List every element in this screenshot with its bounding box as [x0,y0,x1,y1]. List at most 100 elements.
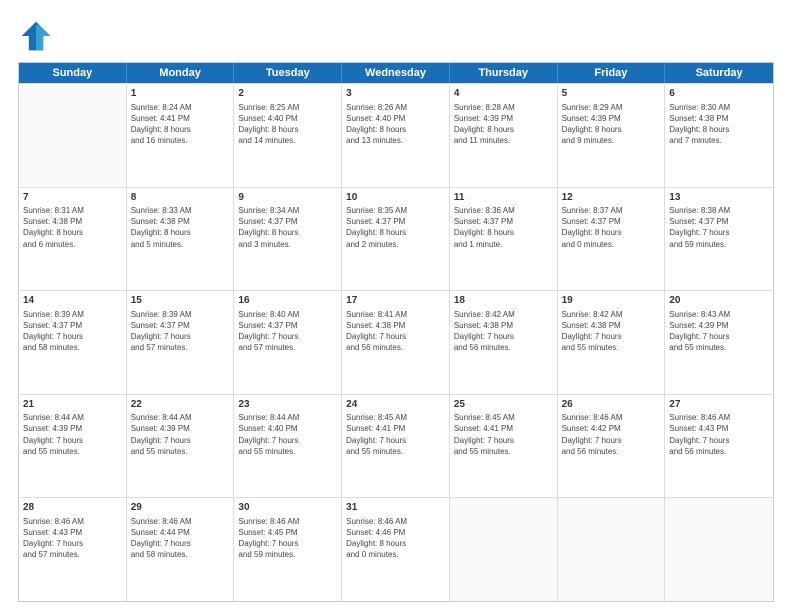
day-number: 12 [562,191,661,205]
day-info: Sunrise: 8:33 AM Sunset: 4:38 PM Dayligh… [131,205,230,250]
day-number: 1 [131,87,230,101]
day-number: 8 [131,191,230,205]
calendar-cell: 14Sunrise: 8:39 AM Sunset: 4:37 PM Dayli… [19,291,127,394]
calendar-body: 1Sunrise: 8:24 AM Sunset: 4:41 PM Daylig… [19,83,773,601]
day-info: Sunrise: 8:42 AM Sunset: 4:38 PM Dayligh… [562,309,661,354]
day-info: Sunrise: 8:44 AM Sunset: 4:39 PM Dayligh… [131,412,230,457]
day-number: 24 [346,398,445,412]
calendar-cell [19,84,127,187]
day-number: 3 [346,87,445,101]
weekday-header: Saturday [665,63,773,83]
logo [18,18,60,54]
calendar-cell: 6Sunrise: 8:30 AM Sunset: 4:38 PM Daylig… [665,84,773,187]
day-number: 18 [454,294,553,308]
day-number: 5 [562,87,661,101]
day-info: Sunrise: 8:39 AM Sunset: 4:37 PM Dayligh… [131,309,230,354]
calendar-cell: 11Sunrise: 8:36 AM Sunset: 4:37 PM Dayli… [450,188,558,291]
calendar-cell: 25Sunrise: 8:45 AM Sunset: 4:41 PM Dayli… [450,395,558,498]
day-info: Sunrise: 8:45 AM Sunset: 4:41 PM Dayligh… [346,412,445,457]
logo-icon [18,18,54,54]
calendar-cell: 19Sunrise: 8:42 AM Sunset: 4:38 PM Dayli… [558,291,666,394]
day-info: Sunrise: 8:44 AM Sunset: 4:39 PM Dayligh… [23,412,122,457]
calendar-cell: 30Sunrise: 8:46 AM Sunset: 4:45 PM Dayli… [234,498,342,601]
day-info: Sunrise: 8:28 AM Sunset: 4:39 PM Dayligh… [454,102,553,147]
calendar: SundayMondayTuesdayWednesdayThursdayFrid… [18,62,774,602]
day-info: Sunrise: 8:30 AM Sunset: 4:38 PM Dayligh… [669,102,769,147]
calendar-cell: 5Sunrise: 8:29 AM Sunset: 4:39 PM Daylig… [558,84,666,187]
day-info: Sunrise: 8:46 AM Sunset: 4:42 PM Dayligh… [562,412,661,457]
day-number: 23 [238,398,337,412]
calendar-cell: 15Sunrise: 8:39 AM Sunset: 4:37 PM Dayli… [127,291,235,394]
calendar-cell: 21Sunrise: 8:44 AM Sunset: 4:39 PM Dayli… [19,395,127,498]
calendar-cell: 9Sunrise: 8:34 AM Sunset: 4:37 PM Daylig… [234,188,342,291]
day-number: 13 [669,191,769,205]
day-info: Sunrise: 8:44 AM Sunset: 4:40 PM Dayligh… [238,412,337,457]
day-number: 30 [238,501,337,515]
day-number: 16 [238,294,337,308]
calendar-cell [450,498,558,601]
weekday-header: Tuesday [234,63,342,83]
calendar-cell: 22Sunrise: 8:44 AM Sunset: 4:39 PM Dayli… [127,395,235,498]
day-number: 21 [23,398,122,412]
day-info: Sunrise: 8:46 AM Sunset: 4:43 PM Dayligh… [669,412,769,457]
calendar-cell: 13Sunrise: 8:38 AM Sunset: 4:37 PM Dayli… [665,188,773,291]
day-number: 29 [131,501,230,515]
page: SundayMondayTuesdayWednesdayThursdayFrid… [0,0,792,612]
calendar-cell: 24Sunrise: 8:45 AM Sunset: 4:41 PM Dayli… [342,395,450,498]
day-number: 11 [454,191,553,205]
day-number: 15 [131,294,230,308]
day-number: 19 [562,294,661,308]
calendar-cell: 31Sunrise: 8:46 AM Sunset: 4:46 PM Dayli… [342,498,450,601]
day-info: Sunrise: 8:37 AM Sunset: 4:37 PM Dayligh… [562,205,661,250]
calendar-cell: 18Sunrise: 8:42 AM Sunset: 4:38 PM Dayli… [450,291,558,394]
weekday-header: Friday [558,63,666,83]
calendar-header: SundayMondayTuesdayWednesdayThursdayFrid… [19,63,773,83]
day-number: 31 [346,501,445,515]
calendar-cell: 20Sunrise: 8:43 AM Sunset: 4:39 PM Dayli… [665,291,773,394]
calendar-row: 21Sunrise: 8:44 AM Sunset: 4:39 PM Dayli… [19,394,773,498]
weekday-header: Monday [127,63,235,83]
day-number: 28 [23,501,122,515]
day-info: Sunrise: 8:46 AM Sunset: 4:43 PM Dayligh… [23,516,122,561]
calendar-row: 1Sunrise: 8:24 AM Sunset: 4:41 PM Daylig… [19,83,773,187]
calendar-cell: 3Sunrise: 8:26 AM Sunset: 4:40 PM Daylig… [342,84,450,187]
day-info: Sunrise: 8:45 AM Sunset: 4:41 PM Dayligh… [454,412,553,457]
day-number: 22 [131,398,230,412]
calendar-cell: 28Sunrise: 8:46 AM Sunset: 4:43 PM Dayli… [19,498,127,601]
calendar-cell: 23Sunrise: 8:44 AM Sunset: 4:40 PM Dayli… [234,395,342,498]
header [18,18,774,54]
day-info: Sunrise: 8:46 AM Sunset: 4:44 PM Dayligh… [131,516,230,561]
calendar-cell: 10Sunrise: 8:35 AM Sunset: 4:37 PM Dayli… [342,188,450,291]
day-info: Sunrise: 8:41 AM Sunset: 4:38 PM Dayligh… [346,309,445,354]
calendar-cell: 17Sunrise: 8:41 AM Sunset: 4:38 PM Dayli… [342,291,450,394]
day-info: Sunrise: 8:35 AM Sunset: 4:37 PM Dayligh… [346,205,445,250]
calendar-cell: 1Sunrise: 8:24 AM Sunset: 4:41 PM Daylig… [127,84,235,187]
day-info: Sunrise: 8:26 AM Sunset: 4:40 PM Dayligh… [346,102,445,147]
day-number: 7 [23,191,122,205]
calendar-cell: 8Sunrise: 8:33 AM Sunset: 4:38 PM Daylig… [127,188,235,291]
day-number: 26 [562,398,661,412]
calendar-row: 28Sunrise: 8:46 AM Sunset: 4:43 PM Dayli… [19,497,773,601]
day-info: Sunrise: 8:31 AM Sunset: 4:38 PM Dayligh… [23,205,122,250]
calendar-cell [665,498,773,601]
calendar-cell: 29Sunrise: 8:46 AM Sunset: 4:44 PM Dayli… [127,498,235,601]
calendar-row: 7Sunrise: 8:31 AM Sunset: 4:38 PM Daylig… [19,187,773,291]
day-number: 17 [346,294,445,308]
day-number: 14 [23,294,122,308]
day-number: 27 [669,398,769,412]
day-info: Sunrise: 8:24 AM Sunset: 4:41 PM Dayligh… [131,102,230,147]
day-number: 10 [346,191,445,205]
day-number: 6 [669,87,769,101]
day-info: Sunrise: 8:46 AM Sunset: 4:45 PM Dayligh… [238,516,337,561]
day-info: Sunrise: 8:39 AM Sunset: 4:37 PM Dayligh… [23,309,122,354]
calendar-cell: 12Sunrise: 8:37 AM Sunset: 4:37 PM Dayli… [558,188,666,291]
day-info: Sunrise: 8:46 AM Sunset: 4:46 PM Dayligh… [346,516,445,561]
weekday-header: Sunday [19,63,127,83]
day-number: 2 [238,87,337,101]
day-info: Sunrise: 8:36 AM Sunset: 4:37 PM Dayligh… [454,205,553,250]
day-info: Sunrise: 8:25 AM Sunset: 4:40 PM Dayligh… [238,102,337,147]
calendar-cell: 16Sunrise: 8:40 AM Sunset: 4:37 PM Dayli… [234,291,342,394]
day-info: Sunrise: 8:42 AM Sunset: 4:38 PM Dayligh… [454,309,553,354]
calendar-cell: 7Sunrise: 8:31 AM Sunset: 4:38 PM Daylig… [19,188,127,291]
day-info: Sunrise: 8:40 AM Sunset: 4:37 PM Dayligh… [238,309,337,354]
